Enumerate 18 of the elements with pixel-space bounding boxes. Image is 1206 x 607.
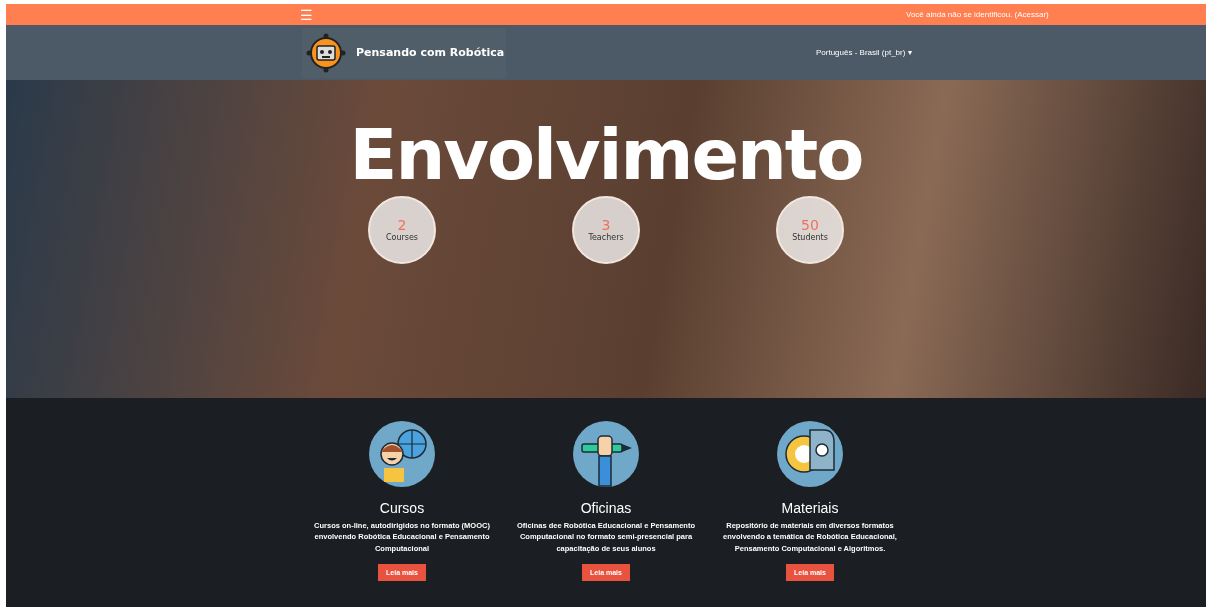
feature-title: Materiais bbox=[781, 500, 839, 516]
stat-label: Students bbox=[792, 233, 828, 243]
hand-pencil-icon bbox=[572, 420, 640, 488]
student-globe-icon bbox=[368, 420, 436, 488]
robot-logo-icon bbox=[306, 32, 346, 73]
language-menu[interactable]: Português - Brasil (pt_br) ▾ bbox=[816, 48, 913, 57]
stat-label: Teachers bbox=[588, 233, 624, 243]
gear-robot-icon bbox=[776, 420, 844, 488]
stat-label: Courses bbox=[385, 233, 419, 243]
hero-title: Envolvimento bbox=[349, 120, 863, 190]
login-link[interactable]: Você ainda não se identificou. (Acessar) bbox=[906, 10, 1049, 19]
feature-title: Oficinas bbox=[580, 500, 632, 516]
site-name-link[interactable]: Pensando com Robótica bbox=[356, 46, 505, 59]
stat-value: 2 bbox=[397, 217, 407, 233]
feature-title: Cursos bbox=[379, 500, 425, 516]
stat-value: 50 bbox=[801, 217, 819, 233]
stat-value: 3 bbox=[601, 217, 611, 233]
menu-button[interactable]: ☰ bbox=[300, 7, 313, 22]
